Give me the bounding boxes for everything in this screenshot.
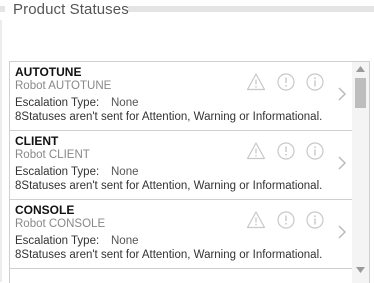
exclamation-circle-icon[interactable]: [276, 72, 296, 92]
product-item-client[interactable]: CLIENT Robot CLIENT Escalation Type: Non…: [10, 131, 352, 200]
status-note: 8Statuses aren't sent for Attention, War…: [15, 111, 323, 123]
escalation-value: None: [111, 166, 139, 178]
info-circle-icon[interactable]: [305, 72, 325, 92]
product-item-console[interactable]: CONSOLE Robot CONSOLE Escalation Type: N…: [10, 200, 352, 269]
warning-triangle-icon[interactable]: [246, 141, 266, 161]
scroll-down-arrow-icon[interactable]: [356, 267, 365, 273]
product-list: AUTOTUNE Robot AUTOTUNE Escalation Type:…: [10, 62, 352, 269]
product-robot: Robot CLIENT: [15, 149, 90, 161]
escalation-value: None: [111, 235, 139, 247]
product-robot: Robot CONSOLE: [15, 218, 106, 230]
product-name: CONSOLE: [15, 203, 75, 217]
status-note: 8Statuses aren't sent for Attention, War…: [15, 249, 323, 261]
product-robot: Robot AUTOTUNE: [15, 80, 112, 92]
escalation-label: Escalation Type:: [15, 235, 100, 247]
escalation-label: Escalation Type:: [15, 166, 100, 178]
scrollbar-thumb[interactable]: [355, 78, 366, 108]
product-status-list[interactable]: AUTOTUNE Robot AUTOTUNE Escalation Type:…: [9, 61, 370, 283]
header-rule-right: [128, 6, 374, 12]
section-title: Product Statuses: [13, 1, 129, 18]
header-rule-left: [0, 6, 5, 12]
escalation-label: Escalation Type:: [15, 97, 100, 109]
scroll-up-arrow-icon[interactable]: [356, 66, 365, 72]
exclamation-circle-icon[interactable]: [276, 141, 296, 161]
product-name: AUTOTUNE: [15, 65, 82, 79]
product-item-autotune[interactable]: AUTOTUNE Robot AUTOTUNE Escalation Type:…: [10, 62, 352, 131]
info-circle-icon[interactable]: [305, 210, 325, 230]
chevron-right-icon[interactable]: [336, 224, 348, 240]
warning-triangle-icon[interactable]: [246, 210, 266, 230]
vertical-scrollbar[interactable]: [352, 62, 369, 283]
warning-triangle-icon[interactable]: [246, 72, 266, 92]
chevron-right-icon[interactable]: [336, 155, 348, 171]
chevron-right-icon[interactable]: [336, 86, 348, 102]
exclamation-circle-icon[interactable]: [276, 210, 296, 230]
product-name: CLIENT: [15, 134, 59, 148]
left-rule: [0, 20, 2, 282]
section-header: Product Statuses: [0, 0, 374, 20]
status-note: 8Statuses aren't sent for Attention, War…: [15, 180, 323, 192]
info-circle-icon[interactable]: [305, 141, 325, 161]
escalation-value: None: [111, 97, 139, 109]
